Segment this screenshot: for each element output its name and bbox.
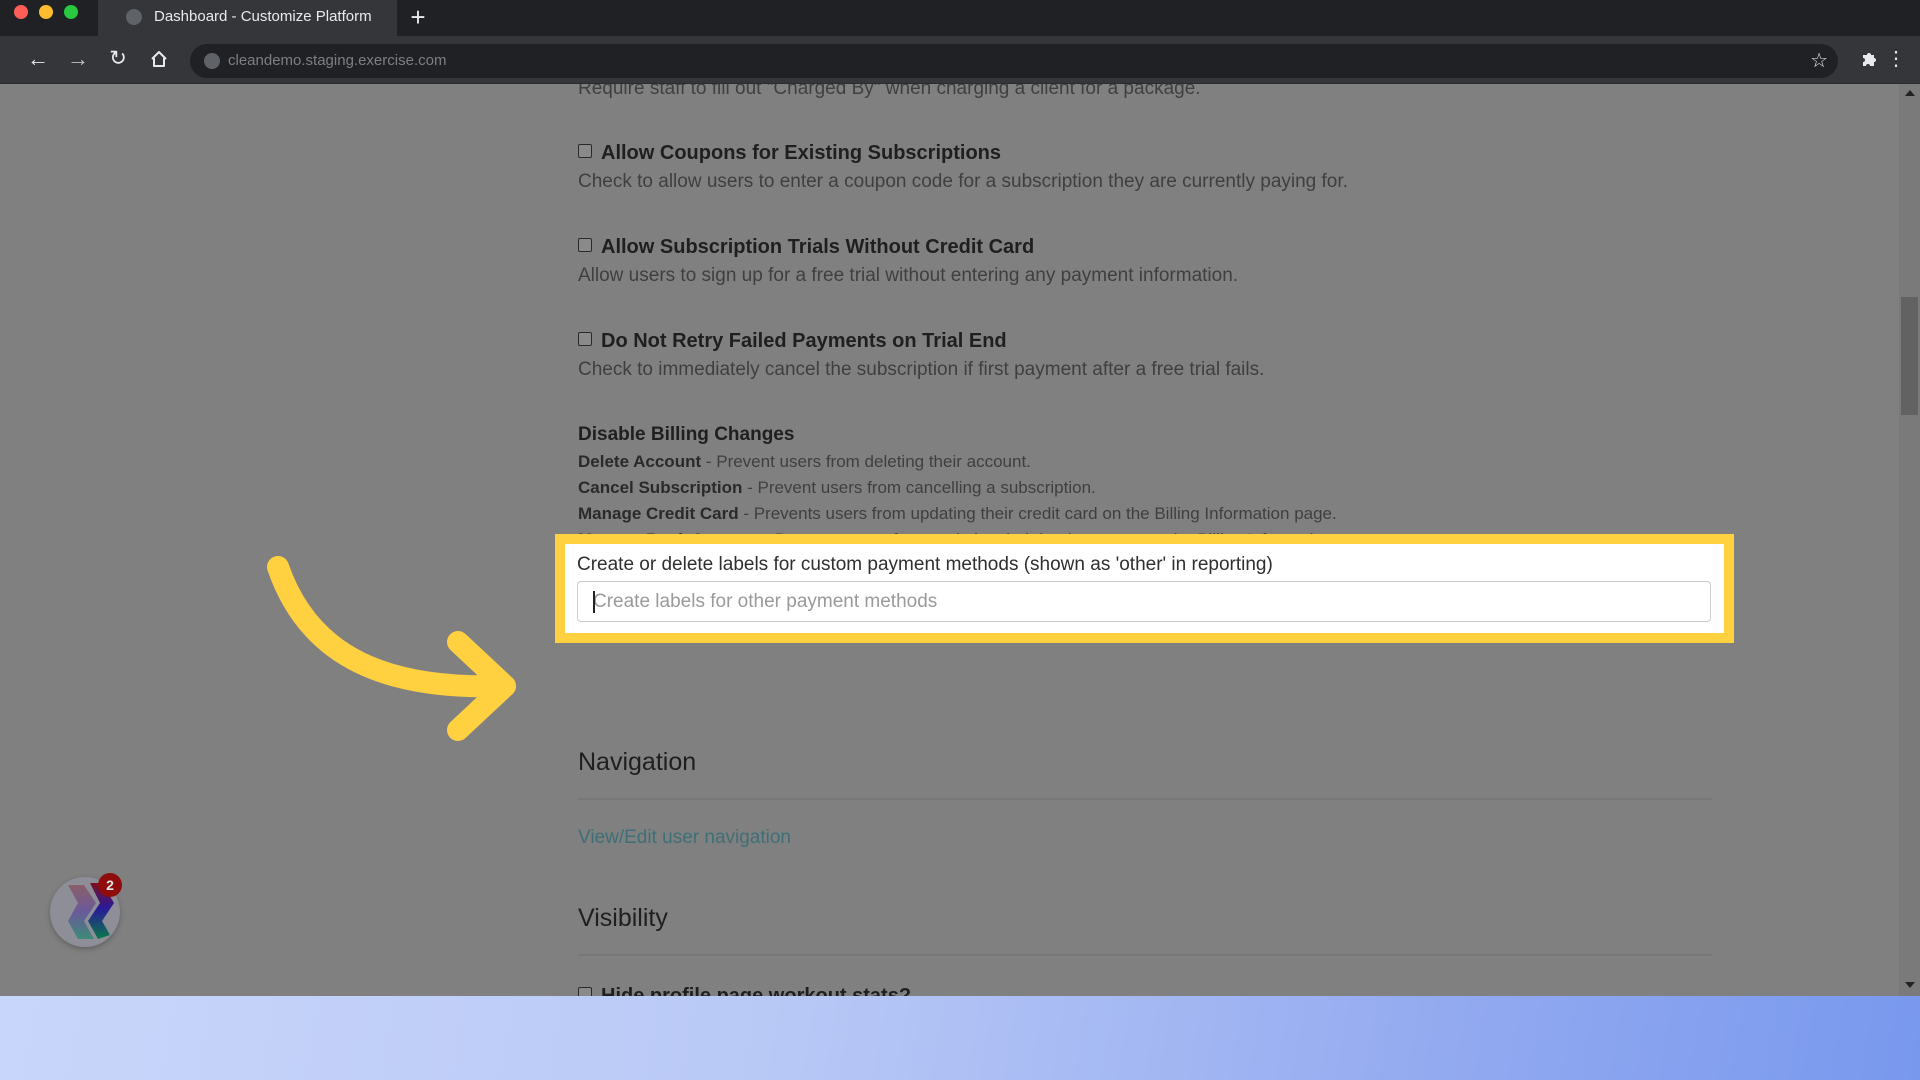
custom-payment-label: Create or delete labels for custom payme… [577, 554, 1273, 575]
back-icon[interactable]: ← [23, 44, 53, 74]
window-close-button[interactable] [14, 5, 28, 19]
annotation-arrow-icon [267, 556, 516, 741]
option-description: Allow users to sign up for a free trial … [578, 265, 1239, 286]
scrollbar-thumb[interactable] [1901, 297, 1918, 415]
view-edit-navigation-link[interactable]: View/Edit user navigation [578, 827, 791, 849]
browser-toolbar: ← → ↻ cleandemo.staging.exercise.com ☆ ⋮ [0, 36, 1920, 84]
forward-icon[interactable]: → [63, 44, 93, 74]
browser-tab-bar: Dashboard - Customize Platform + [0, 0, 1920, 36]
url-text: cleandemo.staging.exercise.com [228, 52, 447, 69]
tab-title: Dashboard - Customize Platform [154, 8, 372, 25]
menu-icon[interactable]: ⋮ [1886, 44, 1906, 74]
section-divider [578, 954, 1712, 956]
site-info-icon[interactable] [204, 53, 220, 69]
option-title: Hide profile page workout stats? [601, 985, 912, 996]
globe-icon [126, 9, 142, 25]
option-description: Require staff to fill out "Charged By" w… [578, 84, 1201, 99]
billing-heading: Disable Billing Changes [578, 424, 795, 445]
address-bar[interactable]: cleandemo.staging.exercise.com ☆ [190, 44, 1838, 78]
navigation-heading: Navigation [578, 748, 697, 776]
reload-icon[interactable]: ↻ [103, 44, 133, 74]
window-maximize-button[interactable] [64, 5, 78, 19]
option-title: Allow Coupons for Existing Subscriptions [601, 142, 1002, 164]
option-description: Check to immediately cancel the subscrip… [578, 359, 1265, 380]
browser-tab[interactable]: Dashboard - Customize Platform [98, 0, 397, 36]
home-icon[interactable] [144, 44, 174, 74]
scroll-up-icon[interactable] [1905, 90, 1915, 96]
star-icon[interactable]: ☆ [1810, 48, 1828, 73]
text-caret [593, 591, 595, 613]
desktop-background [0, 996, 1920, 1080]
window-minimize-button[interactable] [39, 5, 53, 19]
option-description: Check to allow users to enter a coupon c… [578, 171, 1348, 192]
billing-item: Delete Account - Prevent users from dele… [578, 452, 1031, 471]
extensions-icon[interactable] [1855, 44, 1885, 74]
option-title: Do Not Retry Failed Payments on Trial En… [601, 330, 1007, 352]
billing-item: Manage Credit Card - Prevents users from… [578, 504, 1337, 523]
highlight-box: Create or delete labels for custom payme… [555, 534, 1734, 643]
section-divider [578, 798, 1712, 800]
custom-payment-input[interactable] [577, 581, 1711, 622]
option-title: Allow Subscription Trials Without Credit… [601, 236, 1035, 258]
notification-badge: 2 [98, 873, 122, 897]
new-tab-button[interactable]: + [408, 2, 428, 32]
billing-item: Cancel Subscription - Prevent users from… [578, 478, 1096, 497]
page-scrollbar[interactable] [1899, 84, 1920, 996]
visibility-heading: Visibility [578, 904, 668, 932]
scroll-down-icon[interactable] [1905, 982, 1915, 988]
